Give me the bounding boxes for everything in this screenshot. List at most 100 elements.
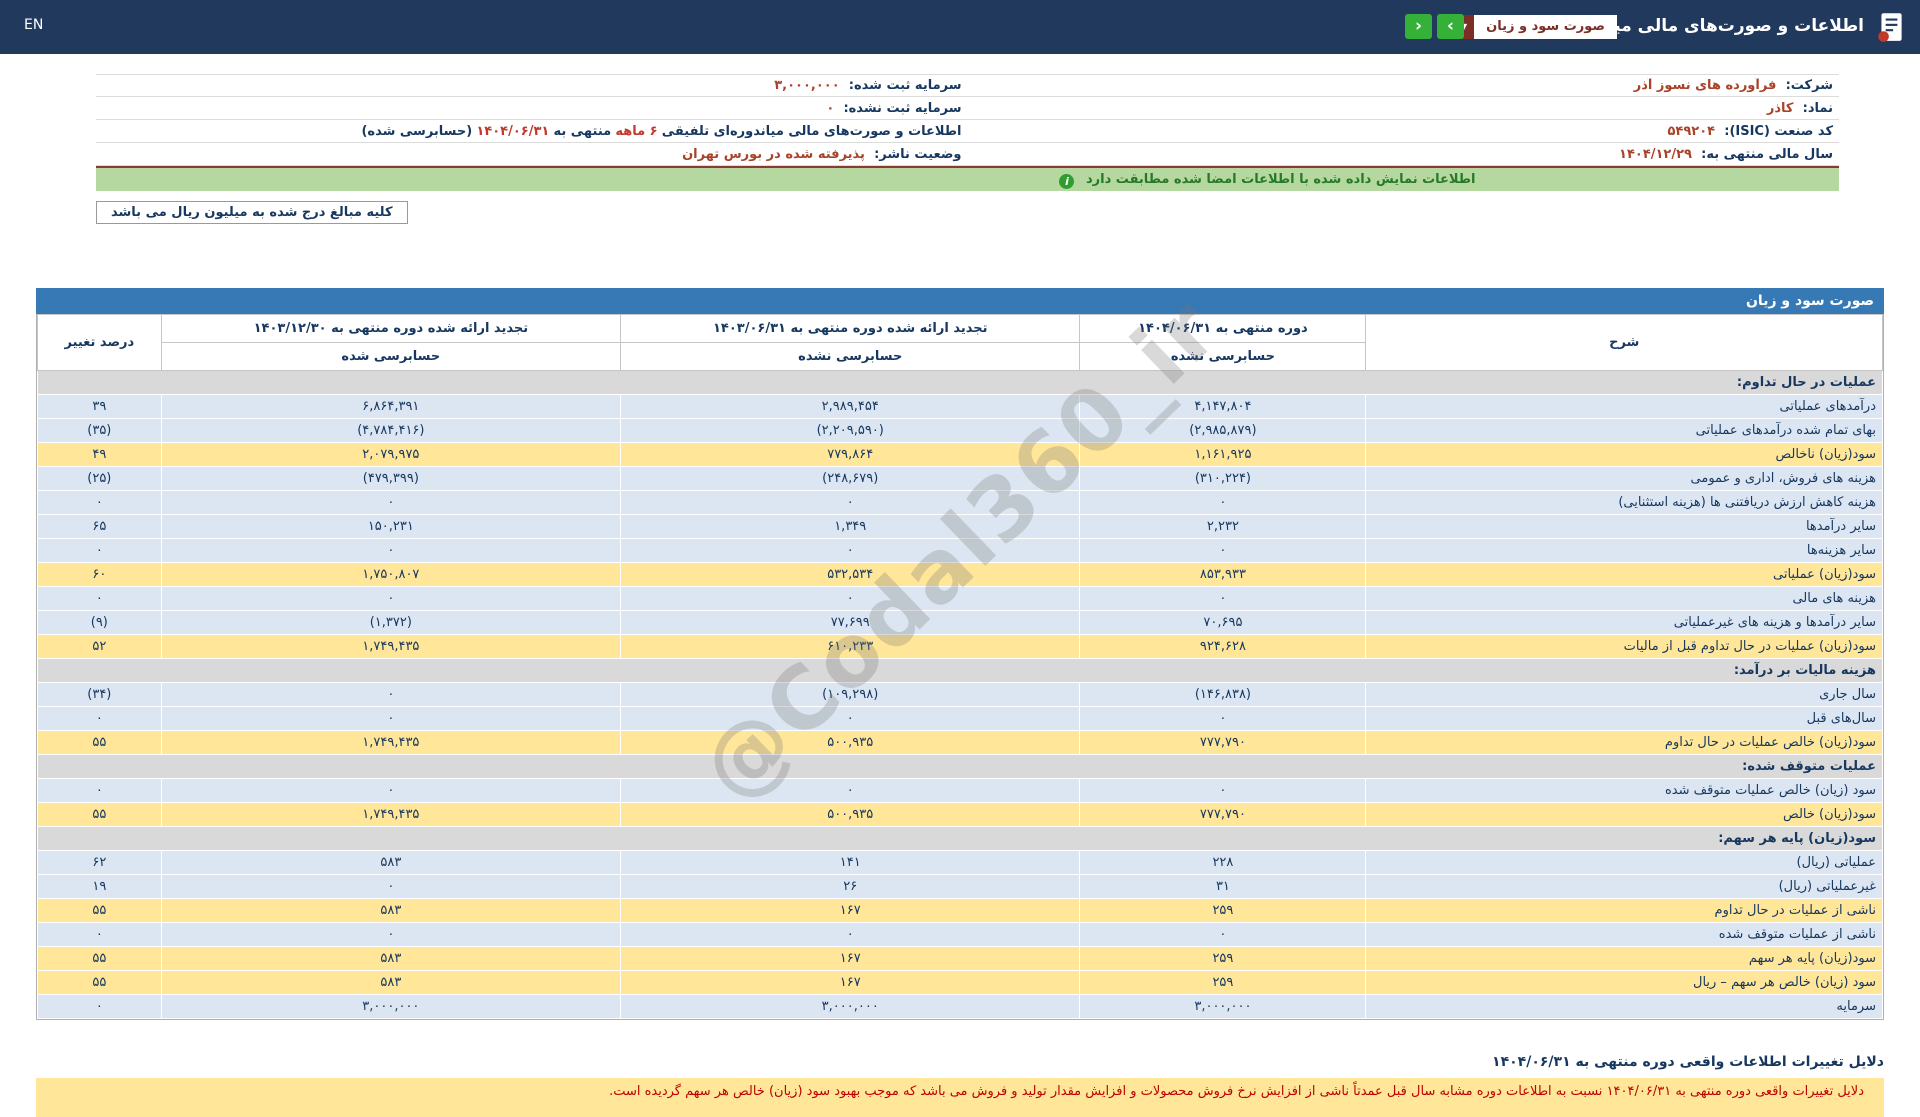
- info-row-1: شرکت: فرآورده های نسوز آذر سرمایه ثبت شد…: [96, 74, 1839, 97]
- row-label: ناشی از عملیات در حال تداوم: [1365, 898, 1883, 923]
- cell-current-period: ۹۲۴,۶۲۸: [1079, 634, 1367, 659]
- cell-change-percent: ۰: [37, 490, 162, 515]
- cell-prior-period: ۵۳۲,۵۳۴: [620, 562, 1081, 587]
- unregistered-capital-label: سرمایه ثبت نشده:: [843, 100, 962, 116]
- table-row: سال جاری (۱۴۶,۸۳۸) (۱۰۹,۲۹۸) ۰ (۳۴): [37, 682, 1883, 707]
- cell-annual-period: ۱,۷۴۹,۴۳۵: [160, 634, 622, 659]
- cell-prior-period: ۵۰۰,۹۳۵: [620, 730, 1081, 755]
- table-row: سال‌های قبل ۰ ۰ ۰ ۰: [37, 706, 1883, 731]
- col-header-change-percent: درصد تغییر: [37, 314, 162, 371]
- income-table-body: عملیات در حال تداوم: درآمدهای عملیاتی ۴,…: [37, 370, 1883, 1019]
- row-label: سود(زیان) خالص: [1365, 802, 1883, 827]
- section-header-label: هزینه مالیات بر درآمد:: [37, 658, 1883, 683]
- cell-annual-period: (۴۷۹,۳۹۹): [160, 466, 622, 491]
- fiscal-year-value: ۱۴۰۴/۱۲/۲۹: [1619, 146, 1692, 162]
- report-middle: منتهی به: [553, 123, 612, 139]
- section-header-label: عملیات در حال تداوم:: [37, 370, 1883, 395]
- cell-prior-period: ۰: [620, 706, 1081, 731]
- statement-nav-buttons: › ‹: [1405, 14, 1464, 39]
- cell-current-period: ۲۲۸: [1079, 850, 1367, 875]
- table-row: هزینه های مالی ۰ ۰ ۰ ۰: [37, 586, 1883, 611]
- chevron-left-icon: ‹: [1414, 16, 1422, 36]
- row-label: سایر درآمدها: [1365, 514, 1883, 539]
- col-header-prior-period: تجدید ارائه شده دوره منتهی به ۱۴۰۳/۰۶/۳۱: [620, 314, 1081, 343]
- row-label: هزینه های فروش، اداری و عمومی: [1365, 466, 1883, 491]
- statement-select[interactable]: صورت سود و زیان ▾: [1454, 15, 1617, 39]
- row-label: غیرعملیاتی (ریال): [1365, 874, 1883, 899]
- cell-current-period: ۸۵۳,۹۳۳: [1079, 562, 1367, 587]
- cell-annual-period: ۳,۰۰۰,۰۰۰: [160, 994, 622, 1019]
- report-title-field: اطلاعات و صورت‌های مالی میاندوره‌ای تلفی…: [96, 124, 968, 139]
- cell-change-percent: (۳۵): [37, 418, 162, 443]
- row-label: سال‌های قبل: [1365, 706, 1883, 731]
- cell-current-period: ۱,۱۶۱,۹۲۵: [1079, 442, 1367, 467]
- cell-change-percent: ۵۵: [37, 802, 162, 827]
- cell-current-period: ۷۰,۶۹۵: [1079, 610, 1367, 635]
- cell-annual-period: (۱,۳۷۲): [160, 610, 622, 635]
- table-row: سرمایه ۳,۰۰۰,۰۰۰ ۳,۰۰۰,۰۰۰ ۳,۰۰۰,۰۰۰ ۰: [37, 994, 1883, 1019]
- cell-change-percent: ۵۵: [37, 970, 162, 995]
- language-toggle-en[interactable]: EN: [24, 17, 43, 33]
- symbol-field: نماد: کاذر: [968, 101, 1840, 116]
- company-field: شرکت: فرآورده های نسوز آذر: [968, 78, 1840, 93]
- nav-forward-button[interactable]: ›: [1437, 14, 1464, 39]
- unregistered-capital-value: ۰: [826, 100, 835, 116]
- isic-field: کد صنعت (ISIC): ۵۴۹۲۰۴: [968, 124, 1840, 139]
- cell-prior-period: ۶۱۰,۲۳۳: [620, 634, 1081, 659]
- cell-prior-period: ۱,۳۴۹: [620, 514, 1081, 539]
- cell-prior-period: ۳,۰۰۰,۰۰۰: [620, 994, 1081, 1019]
- unregistered-capital-field: سرمایه ثبت نشده: ۰: [96, 101, 968, 116]
- cell-prior-period: ۱۶۷: [620, 898, 1081, 923]
- change-reasons-title: دلایل تغییرات اطلاعات واقعی دوره منتهی ب…: [1492, 1054, 1884, 1070]
- unit-note-row: کلیه مبالغ درج شده به میلیون ریال می باش…: [96, 201, 1839, 224]
- cell-current-period: ۲۵۹: [1079, 898, 1367, 923]
- cell-annual-period: ۰: [160, 706, 622, 731]
- cell-change-percent: ۰: [37, 538, 162, 563]
- fiscal-year-field: سال مالی منتهی به: ۱۴۰۴/۱۲/۲۹: [968, 147, 1840, 162]
- cell-change-percent: (۲۵): [37, 466, 162, 491]
- table-row: سایر درآمدها ۲,۲۳۲ ۱,۳۴۹ ۱۵۰,۲۳۱ ۶۵: [37, 514, 1883, 539]
- row-label: درآمدهای عملیاتی: [1365, 394, 1883, 419]
- cell-change-percent: ۰: [37, 994, 162, 1019]
- change-reasons-text: دلایل تغییرات واقعی دوره منتهی به ۱۴۰۴/۰…: [36, 1078, 1884, 1117]
- cell-change-percent: ۰: [37, 778, 162, 803]
- row-label: بهای تمام شده درآمدهای عملیاتی: [1365, 418, 1883, 443]
- table-row: هزینه کاهش ارزش دریافتنی ها (هزینه استثن…: [37, 490, 1883, 515]
- cell-annual-period: ۰: [160, 874, 622, 899]
- col-subheader-annual-audit-status: حسابرسی شده: [160, 342, 622, 371]
- table-row: ناشی از عملیات در حال تداوم ۲۵۹ ۱۶۷ ۵۸۳ …: [37, 898, 1883, 923]
- cell-change-percent: ۵۵: [37, 946, 162, 971]
- cell-change-percent: ۵۵: [37, 898, 162, 923]
- cell-annual-period: ۵۸۳: [160, 850, 622, 875]
- cell-annual-period: (۴,۷۸۴,۴۱۶): [160, 418, 622, 443]
- row-label: ناشی از عملیات متوقف شده: [1365, 922, 1883, 947]
- cell-annual-period: ۵۸۳: [160, 898, 622, 923]
- col-subheader-current-audit-status: حسابرسی نشده: [1079, 342, 1367, 371]
- nav-back-button[interactable]: ‹: [1405, 14, 1432, 39]
- registered-capital-label: سرمایه ثبت شده:: [848, 78, 962, 93]
- cell-prior-period: ۷۷,۶۹۹: [620, 610, 1081, 635]
- cell-change-percent: ۰: [37, 922, 162, 947]
- cell-current-period: ۲,۲۳۲: [1079, 514, 1367, 539]
- row-label: سود(زیان) ناخالص: [1365, 442, 1883, 467]
- row-label: سود (زیان) خالص هر سهم – ریال: [1365, 970, 1883, 995]
- cell-change-percent: ۵۲: [37, 634, 162, 659]
- section-header-row: عملیات متوقف شده:: [37, 754, 1883, 779]
- symbol-value: کاذر: [1766, 100, 1794, 116]
- row-label: سود(زیان) خالص عملیات در حال تداوم: [1365, 730, 1883, 755]
- cell-prior-period: ۰: [620, 778, 1081, 803]
- registered-capital-value: ۳,۰۰۰,۰۰۰: [774, 78, 840, 93]
- row-label: هزینه کاهش ارزش دریافتنی ها (هزینه استثن…: [1365, 490, 1883, 515]
- cell-prior-period: ۱۶۷: [620, 970, 1081, 995]
- col-subheader-prior-audit-status: حسابرسی نشده: [620, 342, 1081, 371]
- table-row: سود(زیان) پایه هر سهم ۲۵۹ ۱۶۷ ۵۸۳ ۵۵: [37, 946, 1883, 971]
- cell-current-period: ۲۵۹: [1079, 946, 1367, 971]
- cell-prior-period: ۷۷۹,۸۶۴: [620, 442, 1081, 467]
- cell-prior-period: (۱۰۹,۲۹۸): [620, 682, 1081, 707]
- cell-current-period: ۰: [1079, 490, 1367, 515]
- row-label: سایر درآمدها و هزینه های غیرعملیاتی: [1365, 610, 1883, 635]
- cell-annual-period: ۱,۷۴۹,۴۳۵: [160, 730, 622, 755]
- income-statement-title: صورت سود و زیان: [36, 288, 1884, 314]
- cell-current-period: ۰: [1079, 586, 1367, 611]
- cell-prior-period: ۱۶۷: [620, 946, 1081, 971]
